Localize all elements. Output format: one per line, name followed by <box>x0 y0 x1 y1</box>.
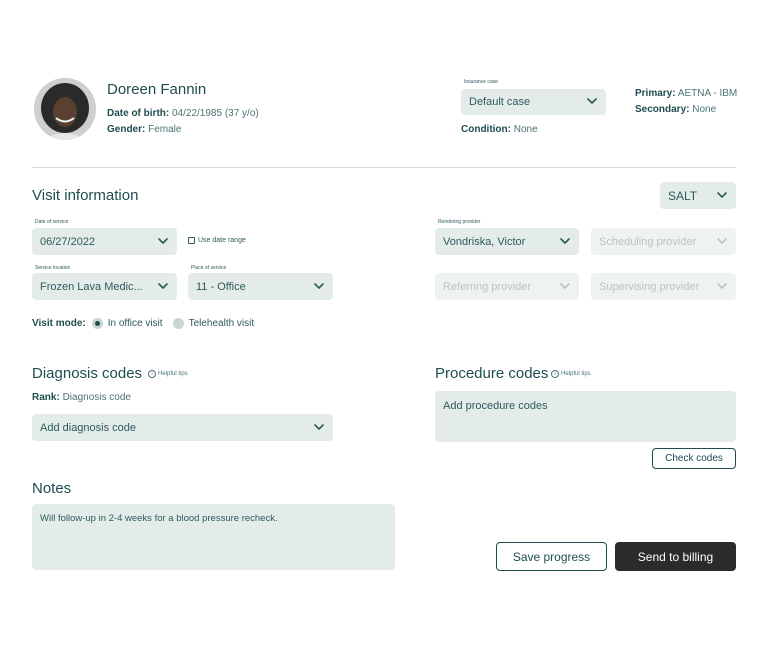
rendering-provider-select[interactable]: Vondriska, Victor <box>435 228 579 255</box>
insurance-case-label: Insurance case <box>464 79 498 85</box>
diagnosis-tips[interactable]: i Helpful tips <box>148 370 188 378</box>
secondary-label: Secondary: <box>635 104 690 115</box>
add-procedure-input[interactable]: Add procedure codes <box>435 391 736 442</box>
add-diagnosis-select[interactable]: Add diagnosis code <box>32 414 333 441</box>
chevron-down-icon <box>587 98 597 104</box>
chevron-down-icon <box>717 191 727 198</box>
place-of-service-select[interactable]: 11 - Office <box>188 273 333 300</box>
secondary-value: None <box>692 104 717 115</box>
gender-label: Gender: <box>107 124 146 135</box>
insurance-case-value: Default case <box>469 96 531 108</box>
condition-value: None <box>513 124 538 135</box>
supervising-provider-select[interactable]: Supervising provider <box>591 273 736 300</box>
rendering-provider-value: Vondriska, Victor <box>443 235 526 248</box>
date-of-service-label: Date of service <box>35 219 69 225</box>
scheduling-provider-placeholder: Scheduling provider <box>599 235 697 248</box>
radio-telehealth-label: Telehealth visit <box>188 318 255 329</box>
date-range-label: Use date range <box>198 237 246 244</box>
add-diagnosis-placeholder: Add diagnosis code <box>40 421 137 434</box>
checkbox-icon[interactable] <box>188 237 195 244</box>
radio-in-office-label: In office visit <box>107 318 163 329</box>
dob-row: Date of birth: 04/22/1985 (37 y/o) <box>107 108 259 119</box>
primary-label: Primary: <box>635 88 676 99</box>
visit-mode-label: Visit mode: <box>32 318 86 329</box>
dob-label: Date of birth: <box>107 108 170 119</box>
scheduling-provider-select[interactable]: Scheduling provider <box>591 228 736 255</box>
check-codes-button[interactable]: Check codes <box>652 448 736 469</box>
procedure-tips[interactable]: i Helpful tips <box>551 370 591 378</box>
date-of-service-value: 06/27/2022 <box>40 235 96 248</box>
info-icon: i <box>148 370 156 378</box>
save-progress-button[interactable]: Save progress <box>496 542 607 571</box>
referring-provider-placeholder: Referring provider <box>443 280 532 293</box>
referring-provider-select[interactable]: Referring provider <box>435 273 579 300</box>
radio-unselected-icon[interactable] <box>172 318 184 329</box>
date-of-service-select[interactable]: 06/27/2022 <box>32 228 177 255</box>
notes-text: Will follow-up in 2-4 weeks for a blood … <box>40 513 278 524</box>
location-code-value: SALT <box>668 188 698 203</box>
notes-textarea[interactable]: Will follow-up in 2-4 weeks for a blood … <box>32 504 395 570</box>
place-of-service-value: 11 - Office <box>196 280 246 293</box>
chevron-down-icon <box>560 237 570 244</box>
location-code-select[interactable]: SALT <box>660 182 736 209</box>
rank-label: Rank: <box>32 392 60 403</box>
service-location-label: Service location <box>35 265 71 271</box>
condition-label: Condition: <box>461 124 511 135</box>
radio-selected-icon[interactable] <box>91 318 103 329</box>
chevron-down-icon <box>158 237 168 244</box>
primary-value: AETNA - IBM <box>677 88 738 99</box>
gender-value: Female <box>148 124 182 135</box>
procedure-title: Procedure codes <box>435 365 549 382</box>
radio-in-office[interactable]: In office visit <box>91 318 163 329</box>
notes-title: Notes <box>32 480 72 497</box>
patient-name: Doreen Fannin <box>107 81 207 98</box>
service-location-value: Frozen Lava Medic... <box>40 280 143 293</box>
diagnosis-title: Diagnosis codes <box>32 365 143 382</box>
service-location-select[interactable]: Frozen Lava Medic... <box>32 273 177 300</box>
chevron-down-icon <box>314 423 324 430</box>
header-divider <box>32 167 736 168</box>
info-icon: i <box>551 370 559 378</box>
chevron-down-icon <box>717 237 727 244</box>
date-range-option[interactable]: Use date range <box>188 237 246 244</box>
primary-row: Primary: AETNA - IBM <box>635 88 737 99</box>
rank-row: Rank: Diagnosis code <box>32 392 131 403</box>
chevron-down-icon <box>314 282 324 289</box>
procedure-tips-label: Helpful tips <box>561 371 591 377</box>
dob-value: 04/22/1985 (37 y/o) <box>172 108 259 119</box>
rendering-provider-label: Rendering provider <box>438 219 481 225</box>
condition-row: Condition: None <box>461 124 538 135</box>
radio-telehealth[interactable]: Telehealth visit <box>172 318 255 329</box>
gender-row: Gender: Female <box>107 124 181 135</box>
visit-title: Visit information <box>32 187 139 204</box>
place-of-service-label: Place of service <box>191 265 227 271</box>
secondary-row: Secondary: None <box>635 104 716 115</box>
patient-avatar <box>34 78 96 140</box>
add-procedure-placeholder: Add procedure codes <box>443 400 548 412</box>
visit-mode-row: Visit mode: In office visit Telehealth v… <box>32 318 254 329</box>
chevron-down-icon <box>158 282 168 289</box>
chevron-down-icon <box>560 282 570 289</box>
rank-value: Diagnosis code <box>62 392 131 403</box>
avatar-photo-icon <box>34 78 96 140</box>
supervising-provider-placeholder: Supervising provider <box>599 280 700 293</box>
chevron-down-icon <box>717 282 727 289</box>
send-to-billing-button[interactable]: Send to billing <box>615 542 736 571</box>
insurance-case-select[interactable]: Default case <box>461 89 606 115</box>
diagnosis-tips-label: Helpful tips <box>158 371 188 377</box>
